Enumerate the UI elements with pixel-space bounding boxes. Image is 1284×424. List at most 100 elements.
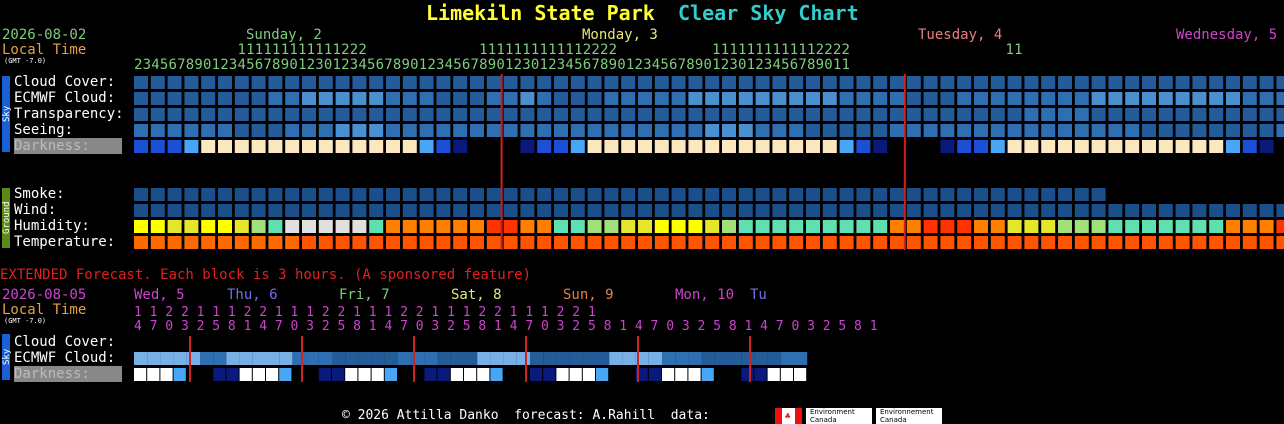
- wind-block: [738, 204, 753, 217]
- smoke-block: [923, 188, 938, 201]
- temperature-block: [453, 236, 468, 249]
- ext-cloud-block: [622, 352, 636, 365]
- cloud-cover-block: [1041, 76, 1056, 89]
- cloud-cover-block: [1142, 76, 1156, 89]
- smoke-block: [940, 188, 955, 201]
- darkness-block: [671, 140, 686, 153]
- extended-gmt: (GMT -7.0): [4, 317, 47, 325]
- humidity-block: [1091, 220, 1106, 233]
- transparency-block: [503, 108, 518, 121]
- temperature-block: [1125, 236, 1140, 249]
- cloud-cover-block: [201, 76, 216, 89]
- ecmwf-cloud-block: [789, 92, 804, 105]
- footer-credit: © 2026 Attilla Danko forecast: A.Rahill …: [342, 408, 710, 423]
- darkness-block: [1242, 140, 1257, 153]
- ext-darkness-block: [622, 368, 635, 381]
- ext-cloud-block: [582, 352, 596, 365]
- temperature-block: [957, 236, 972, 249]
- temperature-block: [1142, 236, 1156, 249]
- ext-cloud-block: [530, 352, 544, 365]
- extended-local-time: Local Time: [2, 302, 87, 318]
- humidity-block: [1041, 220, 1056, 233]
- smoke-block: [839, 188, 854, 201]
- wind-block: [251, 204, 266, 217]
- ext-cloud-block: [345, 352, 359, 365]
- ecmwf-cloud-block: [335, 92, 350, 105]
- ecmwf-cloud-block: [890, 92, 904, 105]
- darkness-block: [890, 140, 904, 153]
- darkness-block: [705, 140, 720, 153]
- darkness-block: [738, 140, 753, 153]
- temperature-block: [234, 236, 249, 249]
- wind-block: [1158, 204, 1173, 217]
- temperature-block: [856, 236, 871, 249]
- darkness-block: [302, 140, 316, 153]
- ecmwf-cloud-block: [822, 92, 837, 105]
- smoke-block: [570, 188, 585, 201]
- temperature-block: [1192, 236, 1207, 249]
- humidity-block: [738, 220, 753, 233]
- ext-cloud-block: [609, 352, 623, 365]
- transparency-block: [839, 108, 854, 121]
- darkness-block: [150, 140, 165, 153]
- ext-cloud-block: [292, 352, 306, 365]
- transparency-block: [537, 108, 552, 121]
- ecmwf-cloud-block: [134, 92, 148, 105]
- humidity-block: [856, 220, 871, 233]
- smoke-block: [436, 188, 451, 201]
- humidity-block: [974, 220, 988, 233]
- cloud-cover-block: [167, 76, 182, 89]
- humidity-block: [402, 220, 417, 233]
- ext-cloud-block: [239, 352, 253, 365]
- ext-cloud-block: [213, 352, 227, 365]
- smoke-block: [638, 188, 652, 201]
- transparency-block: [772, 108, 787, 121]
- darkness-block: [1058, 140, 1072, 153]
- ecmwf-cloud-block: [1074, 92, 1089, 105]
- seeing-block: [755, 124, 770, 137]
- cloud-cover-block: [688, 76, 703, 89]
- wind-block: [318, 204, 333, 217]
- transparency-block: [1125, 108, 1140, 121]
- ext-darkness-block: [741, 368, 754, 381]
- ext-darkness-label: Darkness:: [14, 366, 122, 382]
- wind-block: [1125, 204, 1140, 217]
- smoke-block: [772, 188, 787, 201]
- cloud-cover-block: [1024, 76, 1039, 89]
- humidity-block: [184, 220, 199, 233]
- temperature-block: [990, 236, 1005, 249]
- wind-block: [1259, 204, 1274, 217]
- temperature-block: [167, 236, 182, 249]
- ext-cloud-block: [503, 352, 517, 365]
- wind-block: [234, 204, 249, 217]
- ext-darkness-block: [675, 368, 688, 381]
- smoke-block: [134, 188, 148, 201]
- cloud-cover-block: [537, 76, 552, 89]
- wind-block: [604, 204, 619, 217]
- humidity-block: [218, 220, 232, 233]
- smoke-block: [402, 188, 417, 201]
- cloud-cover-block: [470, 76, 484, 89]
- ext-cloud-block: [794, 352, 808, 365]
- seeing-block: [990, 124, 1005, 137]
- humidity-block: [268, 220, 283, 233]
- cloud-cover-block: [671, 76, 686, 89]
- ext-cloud-block: [675, 352, 689, 365]
- transparency-block: [974, 108, 988, 121]
- ecmwf-cloud-block: [705, 92, 720, 105]
- seeing-block: [1091, 124, 1106, 137]
- seeing-block: [822, 124, 837, 137]
- cloud-cover-block: [520, 76, 535, 89]
- seeing-block: [1276, 124, 1284, 137]
- temperature-block: [1259, 236, 1274, 249]
- cloud-cover-block: [604, 76, 619, 89]
- smoke-block: [167, 188, 182, 201]
- seeing-block: [251, 124, 266, 137]
- transparency-block: [335, 108, 350, 121]
- temperature-block: [570, 236, 585, 249]
- transparency-block: [856, 108, 871, 121]
- darkness-block: [806, 140, 820, 153]
- seeing-block: [1125, 124, 1140, 137]
- transparency-block: [1007, 108, 1022, 121]
- ext-cloud-block: [543, 352, 557, 365]
